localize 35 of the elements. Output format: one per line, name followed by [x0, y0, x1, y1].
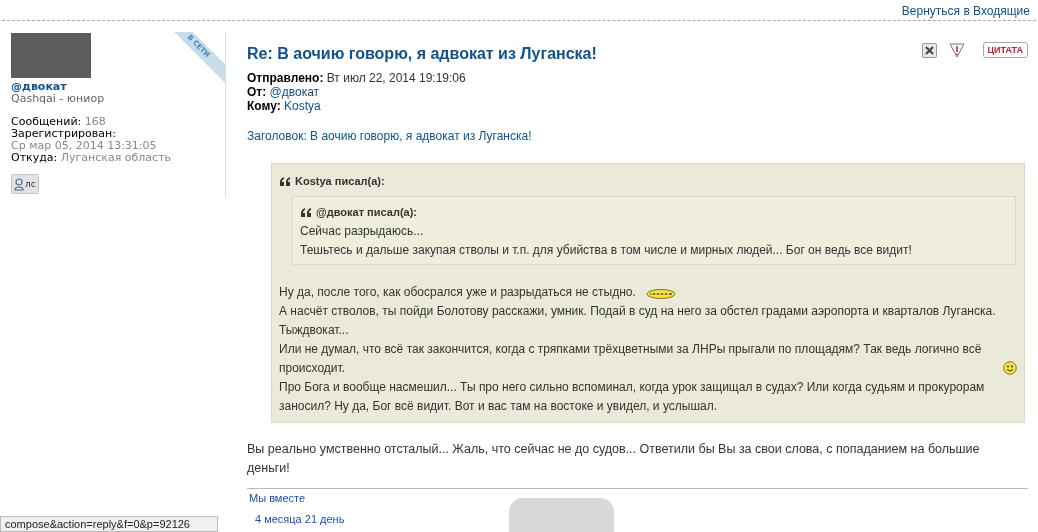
- back-link[interactable]: Вернуться в Входящие: [901, 2, 1030, 20]
- field-label: Зарегистрирован:: [11, 128, 117, 140]
- report-icon[interactable]: [948, 42, 965, 58]
- subject-line: Заголовок: В аочию говорю, я адвокат из Луганска!: [247, 128, 533, 145]
- quote-author: Kostya писал(а):: [295, 174, 385, 189]
- status-bar: compose&action=reply&f=0&p=92126: [0, 516, 218, 532]
- post-title[interactable]: Re: В аочию говорю, я адвокат из Луганска!: [247, 44, 597, 64]
- meta-value: Вт июл 22, 2014 19:19:06: [326, 71, 466, 85]
- field-value: 168: [84, 115, 106, 128]
- signature-caption: 4 месяца 21 день: [255, 512, 345, 527]
- meta-link[interactable]: @двокат: [269, 85, 320, 99]
- quote-text: А насчёт стволов, ты пойди Болотову расскажи, умник. Подай в суд на него за обстел градами аэропорта и кварталов Луганска. Тыждвокат...: [279, 303, 997, 339]
- quote-text: Тешьтесь и дальше закупая стволы и т.п. для убийства в том числе и мирных людей... Бог он ведь все видит!: [300, 242, 913, 259]
- quote-button[interactable]: ЦИТАТА: [982, 42, 1028, 58]
- author-name[interactable]: @двокат: [11, 81, 225, 93]
- meta-label: От:: [247, 85, 267, 99]
- meta-label: Кому:: [247, 99, 281, 113]
- meta-link[interactable]: Kostya: [284, 99, 321, 113]
- meta-label: Отправлено:: [247, 71, 324, 85]
- quote-mark-icon: [279, 177, 291, 186]
- quote-author: @двокат писал(а):: [316, 205, 417, 220]
- quote-text: Или не думал, что всё так закончится, когда с тряпками трёхцветными за ЛНРы прыгали по площадям? Так ведь логично всё происходит.: [279, 341, 983, 377]
- quote-text: Ну да, после того, как обосрался уже и разрыдаться не стыдно.: [279, 284, 636, 301]
- reply-text: Вы реально умственно отсталый... Жаль, что сейчас не до судов... Ответили бы Вы за свои слова, с попаданием на большие деньги!: [247, 441, 981, 477]
- delete-button[interactable]: [921, 42, 937, 58]
- pm-button[interactable]: лс: [11, 174, 39, 194]
- quote-text: Про Бога и вообще насмешил... Ты про него сильно вспоминал, когда урок защищал в судах? Или когда судьям и прокурорам заносил? Ну да, Бог всё видит. Вот и вас там на востоке и увидел, и услышал.: [279, 379, 986, 415]
- quote-text: Сейчас разрыдаюсь...: [300, 223, 425, 240]
- signature-title[interactable]: Мы вместе: [249, 490, 1028, 507]
- field-label: Сообщений:: [11, 115, 82, 128]
- field-label: Откуда:: [11, 151, 58, 164]
- field-value: Ср мар 05, 2014 13:31:05: [11, 140, 158, 152]
- quote-mark-icon: [300, 208, 312, 217]
- author-rank: Qashqai - юниор: [11, 93, 106, 105]
- person-icon: [14, 177, 24, 191]
